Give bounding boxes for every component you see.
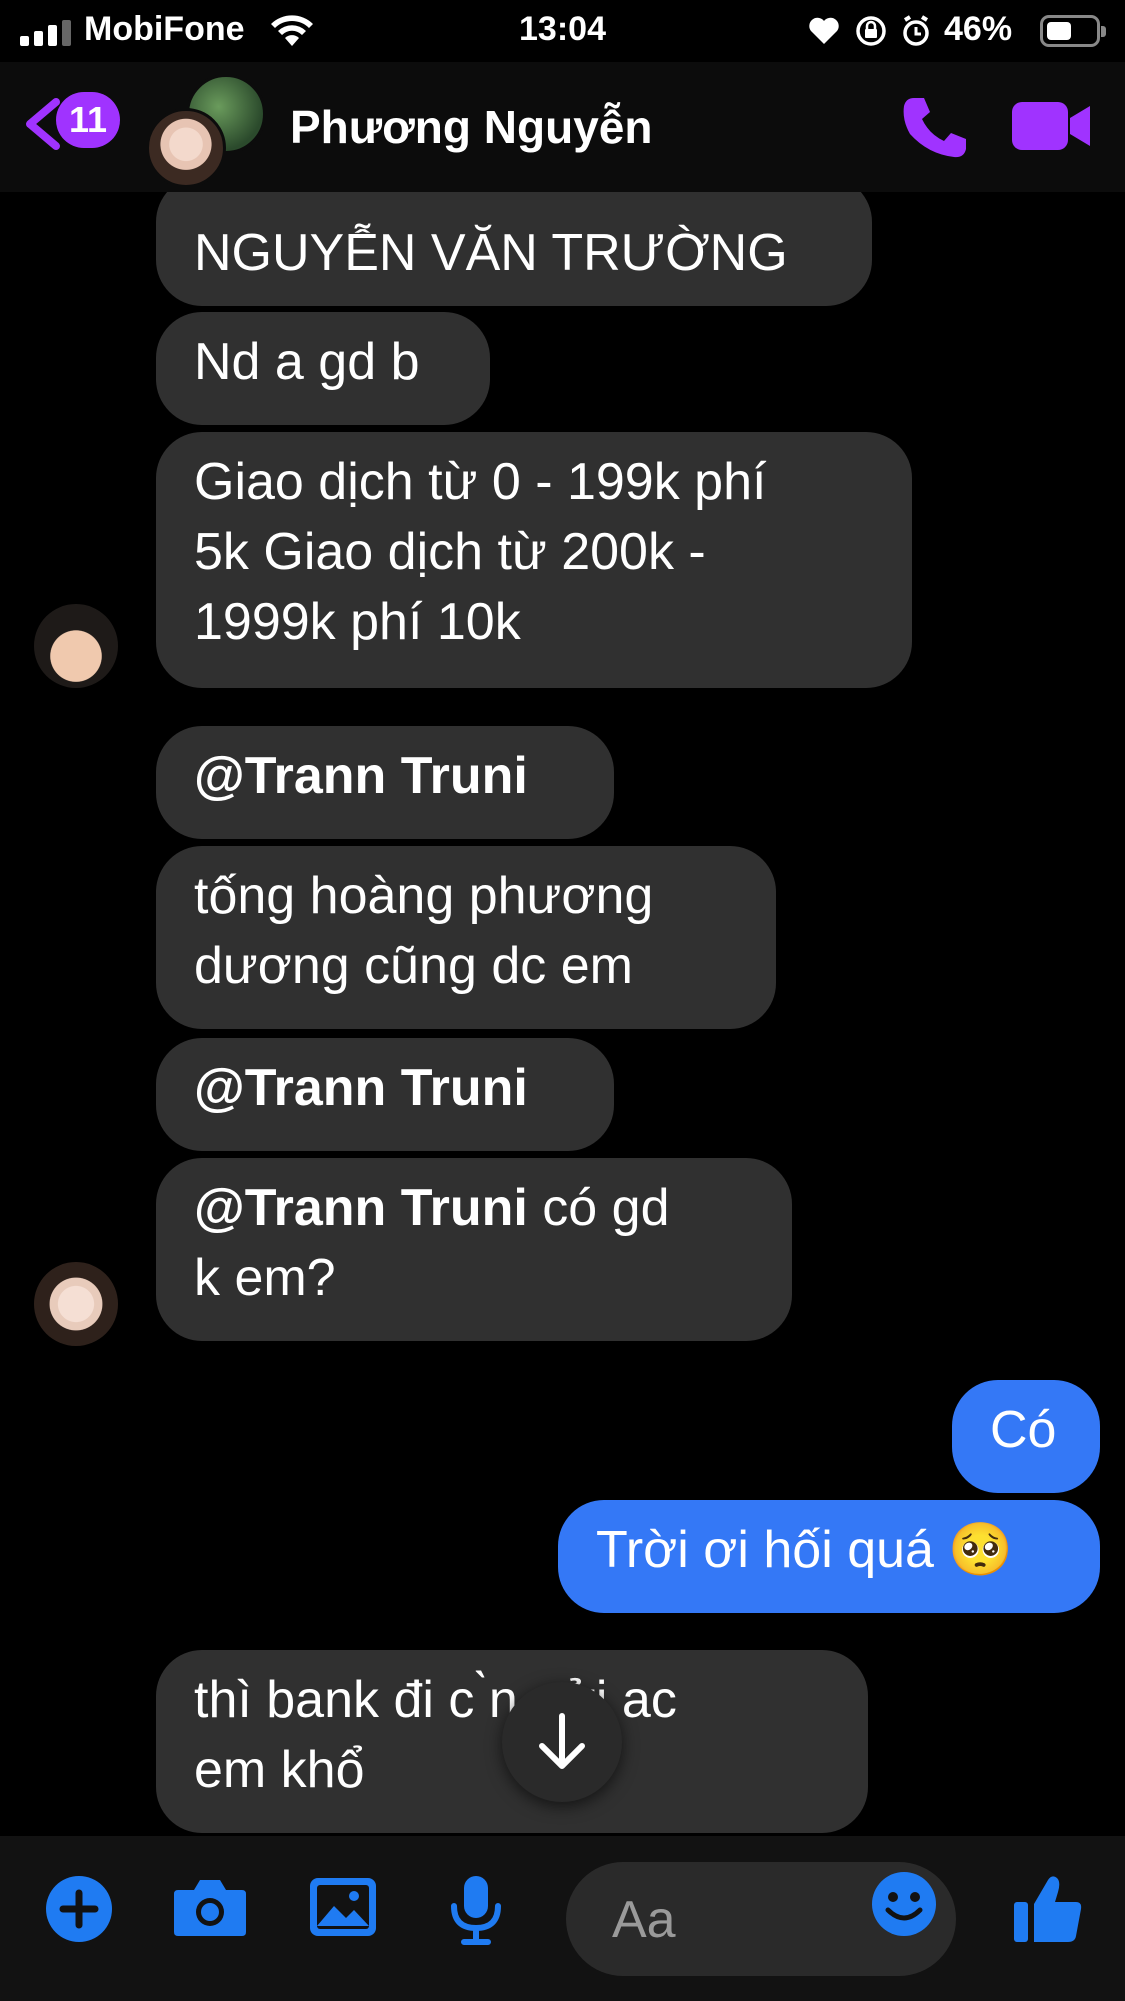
- message-bubble[interactable]: tống hoàng phương dương cũng dc em: [156, 846, 776, 1029]
- message-composer: Aa: [0, 1836, 1125, 2001]
- avatar[interactable]: [34, 1262, 118, 1346]
- scroll-to-bottom-button[interactable]: [502, 1682, 622, 1802]
- my-message-bubble[interactable]: Có: [952, 1380, 1100, 1493]
- video-camera-icon[interactable]: [1010, 98, 1092, 154]
- image-icon[interactable]: [308, 1874, 378, 1940]
- message-bubble[interactable]: Giao dịch từ 0 - 199k phí 5k Giao dịch t…: [156, 432, 912, 688]
- message-bubble[interactable]: @Trann Truni: [156, 726, 614, 839]
- heart-icon: [809, 17, 839, 44]
- avatar[interactable]: [34, 604, 118, 688]
- plus-icon[interactable]: [44, 1874, 114, 1944]
- avatar: [146, 108, 226, 188]
- my-message-bubble[interactable]: Trời ơi hối quá 🥺: [558, 1500, 1100, 1613]
- chat-header: 11 Phương Nguyễn: [0, 62, 1125, 192]
- battery-icon: [1040, 15, 1106, 47]
- chat-title[interactable]: Phương Nguyễn: [290, 100, 652, 154]
- message-bubble[interactable]: @Trann Truni có gd k em?: [156, 1158, 792, 1341]
- phone-icon[interactable]: [900, 94, 970, 160]
- group-avatar[interactable]: [146, 74, 266, 188]
- status-bar: MobiFone 13:04 46%: [0, 0, 1125, 62]
- message-bubble[interactable]: NGUYỄN VĂN TRƯỜNG: [156, 176, 872, 306]
- alarm-icon: [903, 15, 929, 46]
- unread-badge[interactable]: 11: [56, 92, 120, 148]
- status-indicators: [809, 15, 929, 46]
- battery-percent: 46%: [944, 10, 1013, 48]
- arrow-down-icon: [539, 1713, 585, 1769]
- message-bubble[interactable]: @Trann Truni: [156, 1038, 614, 1151]
- camera-icon[interactable]: [172, 1874, 248, 1940]
- message-input-placeholder: Aa: [612, 1891, 676, 1949]
- microphone-icon[interactable]: [446, 1874, 506, 1946]
- thumbs-up-icon[interactable]: [1012, 1874, 1084, 1944]
- message-bubble[interactable]: Nd a gd b: [156, 312, 490, 425]
- emoji-icon[interactable]: [870, 1870, 938, 1938]
- rotation-lock-icon: [856, 16, 886, 46]
